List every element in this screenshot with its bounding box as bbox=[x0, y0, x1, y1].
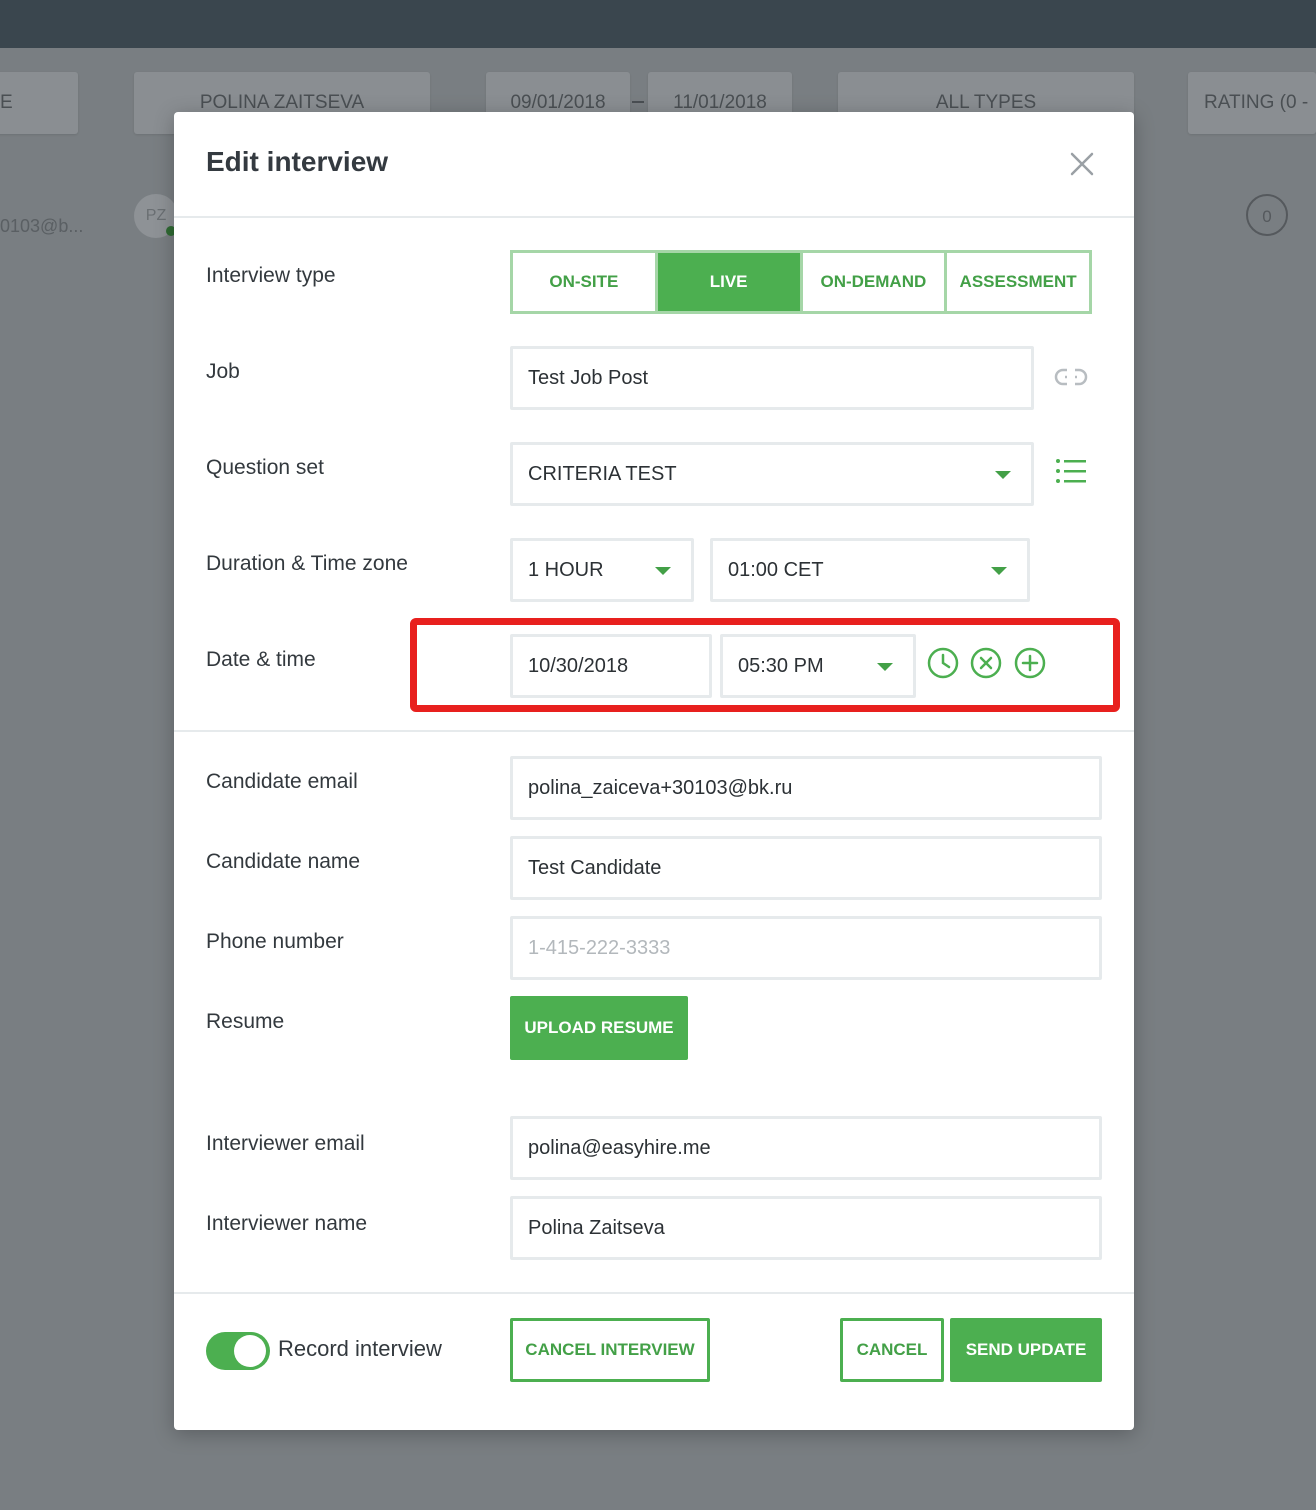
question-set-value: CRITERIA TEST bbox=[528, 463, 677, 485]
record-interview-label: Record interview bbox=[278, 1336, 442, 1361]
footer-divider bbox=[174, 1292, 1134, 1294]
interviewer-name-label: Interviewer name bbox=[206, 1212, 368, 1235]
modal-title: Edit interview bbox=[206, 146, 389, 177]
bg-rating-circle: 0 bbox=[1246, 194, 1288, 236]
list-icon[interactable] bbox=[1054, 456, 1088, 491]
interview-type-label: Interview type bbox=[206, 264, 336, 287]
phone-number-label: Phone number bbox=[206, 930, 344, 953]
interview-type-on-site[interactable]: ON-SITE bbox=[513, 253, 658, 311]
bg-filter-rating[interactable]: RATING (0 - bbox=[1188, 72, 1316, 134]
bg-filter-partial[interactable]: E bbox=[0, 72, 78, 134]
question-set-select[interactable]: CRITERIA TEST bbox=[510, 442, 1034, 506]
timezone-value: 01:00 CET bbox=[728, 559, 824, 581]
edit-interview-modal: Edit interview Interview type ON-SITE LI… bbox=[174, 112, 1134, 1430]
bg-filter-type-text: ALL TYPES bbox=[935, 92, 1037, 113]
date-time-label: Date & time bbox=[206, 648, 316, 671]
section-divider bbox=[174, 730, 1134, 732]
resume-label: Resume bbox=[206, 1010, 285, 1033]
send-update-button[interactable]: SEND UPDATE bbox=[950, 1318, 1102, 1382]
bg-date-to-text: 11/01/2018 bbox=[673, 92, 767, 113]
top-navbar bbox=[0, 0, 1316, 48]
interview-type-live[interactable]: LIVE bbox=[657, 253, 803, 311]
interviewer-email-field[interactable]: polina@easyhire.me bbox=[510, 1116, 1102, 1180]
job-label: Job bbox=[206, 360, 240, 383]
candidate-email-field[interactable]: polina_zaiceva+30103@bk.ru bbox=[510, 756, 1102, 820]
close-icon[interactable] bbox=[1064, 146, 1100, 182]
phone-number-field[interactable]: 1-415-222-3333 bbox=[510, 916, 1102, 980]
upload-resume-button[interactable]: UPLOAD RESUME bbox=[510, 996, 688, 1060]
job-field[interactable]: Test Job Post bbox=[510, 346, 1034, 410]
link-icon[interactable] bbox=[1054, 362, 1088, 397]
candidate-name-field[interactable]: Test Candidate bbox=[510, 836, 1102, 900]
bg-date-dash bbox=[632, 101, 644, 103]
chevron-down-icon bbox=[991, 567, 1007, 575]
bg-filter-interviewer-text: POLINA ZAITSEVA bbox=[199, 92, 365, 113]
cancel-interview-button[interactable]: CANCEL INTERVIEW bbox=[510, 1318, 710, 1382]
duration-value: 1 HOUR bbox=[528, 559, 604, 581]
bg-row-email: 0103@b... bbox=[0, 216, 84, 236]
candidate-name-label: Candidate name bbox=[206, 850, 361, 873]
header-divider bbox=[174, 216, 1134, 218]
cancel-button[interactable]: CANCEL bbox=[840, 1318, 944, 1382]
duration-timezone-label: Duration & Time zone bbox=[206, 552, 408, 575]
interviewer-name-field[interactable]: Polina Zaitseva bbox=[510, 1196, 1102, 1260]
date-time-highlight-box bbox=[410, 618, 1120, 712]
timezone-select[interactable]: 01:00 CET bbox=[710, 538, 1030, 602]
candidate-email-label: Candidate email bbox=[206, 770, 358, 793]
toggle-knob bbox=[234, 1335, 266, 1367]
bg-filter-partial-text: E bbox=[0, 92, 13, 113]
chevron-down-icon bbox=[655, 567, 671, 575]
interview-type-selector: ON-SITE LIVE ON-DEMAND ASSESSMENT bbox=[510, 250, 1092, 314]
interview-type-assessment[interactable]: ASSESSMENT bbox=[947, 253, 1089, 311]
chevron-down-icon bbox=[995, 471, 1011, 479]
interview-type-on-demand[interactable]: ON-DEMAND bbox=[802, 253, 948, 311]
record-interview-toggle[interactable] bbox=[206, 1332, 270, 1370]
duration-select[interactable]: 1 HOUR bbox=[510, 538, 694, 602]
question-set-label: Question set bbox=[206, 456, 324, 479]
bg-filter-rating-text: RATING (0 - bbox=[1204, 92, 1309, 113]
bg-date-from-text: 09/01/2018 bbox=[510, 92, 606, 113]
interviewer-email-label: Interviewer email bbox=[206, 1132, 365, 1155]
